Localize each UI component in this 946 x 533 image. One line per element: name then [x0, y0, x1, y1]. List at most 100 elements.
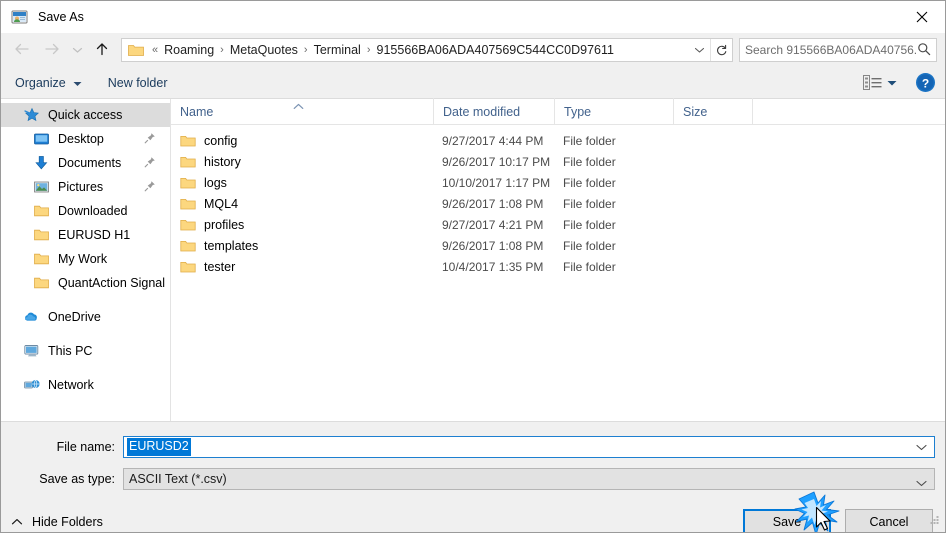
command-toolbar: Organize New folder ?	[1, 67, 945, 99]
file-name: history	[204, 154, 241, 169]
pictures-icon	[33, 179, 51, 195]
table-row[interactable]: tester 10/4/2017 1:35 PM File folder	[171, 256, 945, 277]
column-header-size[interactable]: Size	[673, 98, 752, 124]
table-row[interactable]: history 9/26/2017 10:17 PM File folder	[171, 151, 945, 172]
file-type: File folder	[563, 175, 616, 190]
file-name: logs	[204, 175, 227, 190]
file-date: 9/26/2017 1:08 PM	[442, 238, 544, 253]
save-as-type-select[interactable]: ASCII Text (*.csv)	[123, 468, 935, 490]
column-header-date-modified[interactable]: Date modified	[433, 98, 554, 124]
window-title: Save As	[38, 10, 84, 24]
recent-locations-button[interactable]	[67, 36, 87, 64]
save-form: File name: EURUSD2 Save as type: ASCII T…	[1, 421, 945, 490]
sidebar-item-label: My Work	[58, 252, 108, 266]
cancel-button[interactable]: Cancel	[845, 509, 933, 532]
view-options-icon[interactable]	[861, 74, 883, 92]
organize-button[interactable]: Organize	[15, 76, 82, 90]
sidebar-item-label: EURUSD H1	[58, 228, 131, 242]
forward-button[interactable]	[37, 36, 67, 64]
this-pc-icon	[23, 343, 41, 359]
close-button[interactable]	[899, 1, 945, 33]
hide-folders-button[interactable]: Hide Folders	[11, 515, 103, 529]
file-name: profiles	[204, 217, 245, 232]
table-row[interactable]: config 9/27/2017 4:44 PM File folder	[171, 130, 945, 151]
chevron-down-icon[interactable]	[916, 476, 927, 490]
pin-icon	[144, 180, 156, 195]
breadcrumb-separator[interactable]: ›	[363, 44, 375, 56]
chevron-down-icon	[72, 43, 83, 57]
title-bar: Save As	[1, 1, 945, 33]
breadcrumb-separator[interactable]: ›	[216, 44, 228, 56]
view-dropdown-button[interactable]	[887, 76, 897, 90]
search-input[interactable]: Search 915566BA06ADA40756...	[745, 43, 917, 57]
file-date: 9/27/2017 4:21 PM	[442, 217, 544, 232]
file-date: 9/27/2017 4:44 PM	[442, 133, 544, 148]
desktop-icon	[33, 131, 51, 147]
new-folder-button[interactable]: New folder	[108, 76, 168, 90]
address-dropdown-button[interactable]	[688, 39, 710, 61]
sidebar-item-label: Documents	[58, 156, 122, 170]
sidebar-item-quantaction-signal[interactable]: QuantAction Signal	[1, 271, 170, 295]
address-bar[interactable]: « Roaming › MetaQuotes › Terminal › 9155…	[121, 38, 733, 62]
navigation-bar: « Roaming › MetaQuotes › Terminal › 9155…	[1, 33, 945, 67]
sort-ascending-icon	[293, 99, 304, 113]
sidebar-item-my-work[interactable]: My Work	[1, 247, 170, 271]
breadcrumb-separator[interactable]: ›	[300, 44, 312, 56]
sidebar-item-pictures[interactable]: Pictures	[1, 175, 170, 199]
sidebar-item-this-pc[interactable]: This PC	[1, 339, 170, 363]
file-type: File folder	[563, 217, 616, 232]
save-button[interactable]: Save	[743, 509, 831, 532]
cancel-button-label: Cancel	[869, 515, 909, 529]
table-row[interactable]: logs 10/10/2017 1:17 PM File folder	[171, 172, 945, 193]
folder-icon	[33, 227, 51, 243]
pin-icon	[144, 132, 156, 147]
breadcrumb-item-instance-id[interactable]: 915566BA06ADA407569C544CC0D97611	[375, 43, 616, 57]
table-row[interactable]: MQL4 9/26/2017 1:08 PM File folder	[171, 193, 945, 214]
refresh-button[interactable]	[710, 39, 732, 61]
column-label: Name	[180, 105, 214, 119]
file-date: 10/10/2017 1:17 PM	[442, 175, 551, 190]
file-name-row: File name: EURUSD2	[1, 436, 945, 458]
folder-icon	[128, 43, 144, 57]
sidebar-item-onedrive[interactable]: OneDrive	[1, 305, 170, 329]
new-folder-label: New folder	[107, 75, 168, 90]
up-button[interactable]	[87, 36, 117, 64]
dialog-body: Quick access Desktop Documents Pictures …	[1, 98, 945, 421]
help-button[interactable]: ?	[915, 72, 937, 94]
file-name-value: EURUSD2	[127, 438, 191, 456]
file-name-input[interactable]: EURUSD2	[123, 436, 935, 458]
sidebar-item-desktop[interactable]: Desktop	[1, 127, 170, 151]
svg-text:?: ?	[922, 76, 929, 90]
back-arrow-icon	[13, 42, 31, 59]
table-row[interactable]: templates 9/26/2017 1:08 PM File folder	[171, 235, 945, 256]
column-label: Date modified	[443, 105, 521, 119]
chevron-down-icon[interactable]	[916, 440, 927, 454]
save-as-type-value: ASCII Text (*.csv)	[129, 472, 227, 486]
dialog-footer: Hide Folders Save Cancel	[1, 500, 945, 532]
back-button[interactable]	[7, 36, 37, 64]
column-header-filler	[752, 98, 945, 124]
sidebar-item-downloaded[interactable]: Downloaded	[1, 199, 170, 223]
chevron-down-icon	[694, 47, 704, 53]
sidebar-item-quick-access[interactable]: Quick access	[1, 103, 170, 127]
breadcrumb-item-metaquotes[interactable]: MetaQuotes	[228, 43, 300, 57]
search-box[interactable]: Search 915566BA06ADA40756...	[739, 38, 937, 62]
breadcrumb-item-terminal[interactable]: Terminal	[312, 43, 363, 57]
pin-icon	[144, 156, 156, 171]
organize-label: Organize	[15, 75, 66, 90]
sidebar-item-label: Downloaded	[58, 204, 128, 218]
save-as-dialog: Save As « Roaming › MetaQuotes › Termina…	[0, 0, 946, 533]
sidebar-item-eurusd-h1[interactable]: EURUSD H1	[1, 223, 170, 247]
breadcrumb-item-roaming[interactable]: Roaming	[162, 43, 216, 57]
resize-grip-icon[interactable]	[928, 513, 941, 529]
sidebar-item-documents[interactable]: Documents	[1, 151, 170, 175]
documents-icon	[33, 155, 51, 171]
column-header-name[interactable]: Name	[171, 98, 433, 124]
dialog-buttons: Save Cancel	[743, 509, 933, 532]
column-header-type[interactable]: Type	[554, 98, 673, 124]
table-row[interactable]: profiles 9/27/2017 4:21 PM File folder	[171, 214, 945, 235]
folder-icon	[180, 134, 196, 148]
file-name: tester	[204, 259, 236, 274]
sidebar-item-network[interactable]: Network	[1, 373, 170, 397]
